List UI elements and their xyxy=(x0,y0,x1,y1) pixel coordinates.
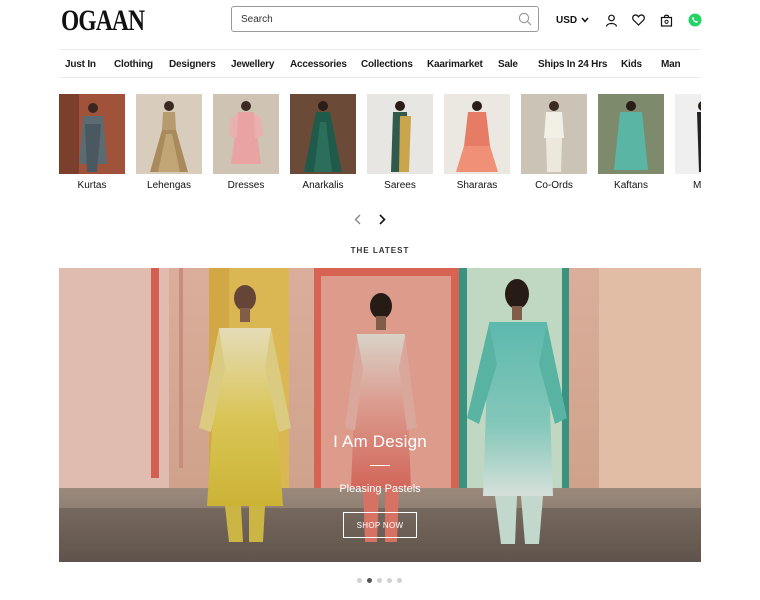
category-label: Sarees xyxy=(384,180,416,191)
category-label: M xyxy=(693,180,701,191)
category-label: Shararas xyxy=(456,180,498,191)
category-image xyxy=(213,94,279,174)
category-label: Anarkalis xyxy=(302,180,344,191)
chevron-left-icon[interactable] xyxy=(350,212,364,226)
hero-title: I Am Design xyxy=(333,432,427,451)
section-heading-latest: THE LATEST xyxy=(350,246,410,255)
search-input[interactable] xyxy=(232,7,512,31)
chevron-down-icon xyxy=(581,17,589,23)
category-label: Co-Ords xyxy=(535,180,573,191)
search-bar xyxy=(231,6,539,32)
nav-item-sale[interactable]: Sale xyxy=(498,59,518,70)
category-card-co-ords[interactable]: Co-Ords xyxy=(521,94,587,191)
nav-item-kids[interactable]: Kids xyxy=(621,59,642,70)
nav-item-accessories[interactable]: Accessories xyxy=(290,59,347,70)
category-card-partial[interactable]: M xyxy=(675,94,701,191)
chevron-right-icon[interactable] xyxy=(375,212,389,226)
hero-subtitle: Pleasing Pastels xyxy=(339,483,421,495)
category-label: Kurtas xyxy=(77,180,107,191)
category-image xyxy=(59,94,125,174)
category-image xyxy=(521,94,587,174)
category-card-anarkalis[interactable]: Anarkalis xyxy=(290,94,356,191)
nav-item-collections[interactable]: Collections xyxy=(361,59,413,70)
slider-dot[interactable] xyxy=(387,578,392,583)
main-nav: Just In Clothing Designers Jewellery Acc… xyxy=(59,49,701,78)
category-card-lehengas[interactable]: Lehengas xyxy=(136,94,202,191)
category-label: Kaftans xyxy=(614,180,648,191)
hero-banner[interactable]: I Am Design Pleasing Pastels SHOP NOW xyxy=(59,268,701,562)
nav-item-kaarimarket[interactable]: Kaarimarket xyxy=(427,59,483,70)
nav-item-jewellery[interactable]: Jewellery xyxy=(231,59,274,70)
shop-now-button[interactable]: SHOP NOW xyxy=(343,512,417,538)
category-image xyxy=(444,94,510,174)
category-card-kaftans[interactable]: Kaftans xyxy=(598,94,664,191)
nav-item-ships-in-24-hrs[interactable]: Ships In 24 Hrs xyxy=(538,59,607,70)
hero-overlay: I Am Design Pleasing Pastels SHOP NOW xyxy=(59,268,701,562)
category-carousel: Kurtas Lehengas Dresses Anarkalis Sarees… xyxy=(59,94,701,196)
search-icon[interactable] xyxy=(518,12,532,26)
category-image xyxy=(136,94,202,174)
category-card-sarees[interactable]: Sarees xyxy=(367,94,433,191)
category-label: Dresses xyxy=(227,180,265,191)
carousel-controls xyxy=(350,212,392,226)
bag-icon[interactable] xyxy=(659,13,674,28)
currency-selector[interactable]: USD xyxy=(556,15,589,26)
whatsapp-icon[interactable] xyxy=(687,13,702,28)
category-label: Lehengas xyxy=(147,180,191,191)
category-card-shararas[interactable]: Shararas xyxy=(444,94,510,191)
slider-dot-active[interactable] xyxy=(367,578,372,583)
site-header: OGAAN USD xyxy=(59,0,702,48)
category-image xyxy=(598,94,664,174)
category-image xyxy=(675,94,701,174)
nav-item-clothing[interactable]: Clothing xyxy=(114,59,153,70)
category-image xyxy=(367,94,433,174)
nav-item-just-in[interactable]: Just In xyxy=(65,59,96,70)
hero-divider xyxy=(370,465,390,466)
category-image xyxy=(290,94,356,174)
category-card-kurtas[interactable]: Kurtas xyxy=(59,94,125,191)
header-actions: USD xyxy=(556,12,702,28)
nav-item-man[interactable]: Man xyxy=(661,59,681,70)
currency-label: USD xyxy=(556,14,578,26)
slider-dot[interactable] xyxy=(357,578,362,583)
slider-dot[interactable] xyxy=(397,578,402,583)
user-icon[interactable] xyxy=(604,13,619,28)
nav-item-designers[interactable]: Designers xyxy=(169,59,216,70)
slider-dots xyxy=(357,578,407,583)
slider-dot[interactable] xyxy=(377,578,382,583)
site-logo[interactable]: OGAAN xyxy=(61,4,145,38)
heart-icon[interactable] xyxy=(631,13,646,28)
category-card-dresses[interactable]: Dresses xyxy=(213,94,279,191)
